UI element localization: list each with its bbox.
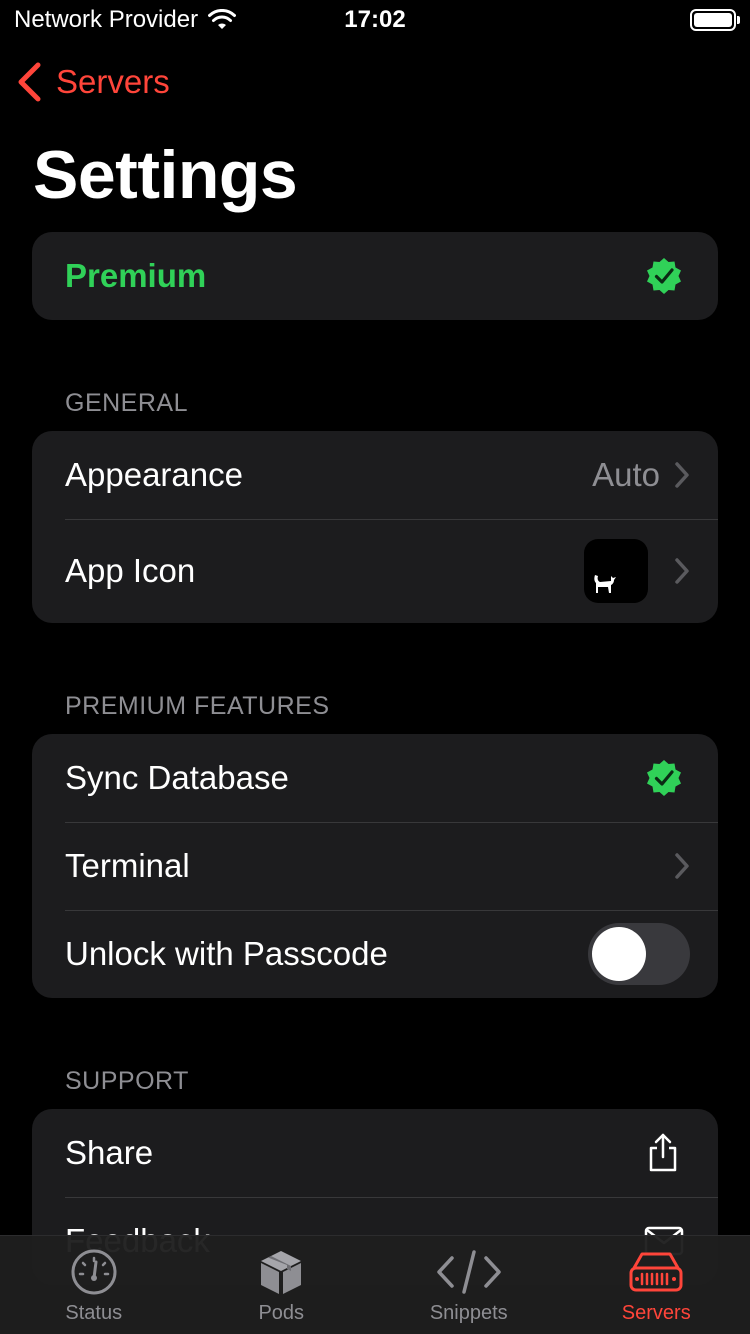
premium-row[interactable]: Premium	[32, 232, 718, 320]
appearance-row[interactable]: Appearance Auto	[32, 431, 718, 519]
back-label: Servers	[56, 63, 170, 100]
cube-icon	[261, 1251, 302, 1294]
tab-status[interactable]: Status	[0, 1236, 188, 1334]
passcode-label: Unlock with Passcode	[65, 935, 388, 972]
verified-badge-icon	[647, 258, 681, 294]
section-header-support: SUPPORT	[65, 1067, 189, 1095]
chevron-right-icon	[675, 853, 689, 879]
back-button[interactable]: Servers	[16, 62, 170, 102]
section-header-general: GENERAL	[65, 389, 188, 417]
chevron-left-icon	[18, 62, 41, 102]
tab-snippets[interactable]: Snippets	[375, 1236, 563, 1334]
appearance-label: Appearance	[65, 456, 243, 493]
gauge-icon	[71, 1249, 117, 1295]
share-row[interactable]: Share	[32, 1109, 718, 1197]
tab-pods-label: Pods	[258, 1302, 305, 1324]
cat-icon	[594, 575, 616, 593]
app-icon-preview	[584, 539, 648, 603]
general-group: Appearance Auto App Icon	[32, 431, 718, 623]
premium-label: Premium	[65, 257, 207, 294]
battery-icon	[690, 9, 740, 31]
appearance-value: Auto	[592, 456, 660, 493]
app-icon-row[interactable]: App Icon	[32, 519, 718, 623]
sync-database-row[interactable]: Sync Database	[32, 734, 718, 822]
tab-snippets-label: Snippets	[429, 1302, 508, 1324]
app-icon-label: App Icon	[65, 552, 196, 589]
share-icon	[649, 1133, 677, 1172]
premium-group: Premium	[32, 232, 718, 320]
premium-features-group: Sync Database Terminal Unlock with Passc…	[32, 734, 718, 998]
sync-database-label: Sync Database	[65, 759, 289, 796]
tab-servers-label: Servers	[621, 1302, 691, 1324]
chevron-right-icon	[675, 462, 689, 488]
tab-bar: Status Pods Snippets Servers	[0, 1235, 750, 1334]
share-label: Share	[65, 1134, 154, 1171]
verified-badge-icon	[647, 760, 681, 796]
tab-pods[interactable]: Pods	[188, 1236, 376, 1334]
passcode-toggle[interactable]	[588, 923, 690, 985]
passcode-row: Unlock with Passcode	[32, 910, 718, 998]
toggle-knob	[592, 927, 646, 981]
code-icon	[437, 1250, 501, 1294]
status-time: 17:02	[344, 6, 406, 33]
tab-servers[interactable]: Servers	[563, 1236, 750, 1334]
page-title: Settings	[33, 137, 298, 213]
tab-status-label: Status	[65, 1302, 123, 1324]
terminal-label: Terminal	[65, 847, 190, 884]
chevron-right-icon	[675, 558, 689, 584]
server-icon	[629, 1252, 683, 1292]
terminal-row[interactable]: Terminal	[32, 822, 718, 910]
status-bar: Network Provider 17:02	[0, 0, 750, 40]
section-header-premium-features: PREMIUM FEATURES	[65, 692, 330, 720]
